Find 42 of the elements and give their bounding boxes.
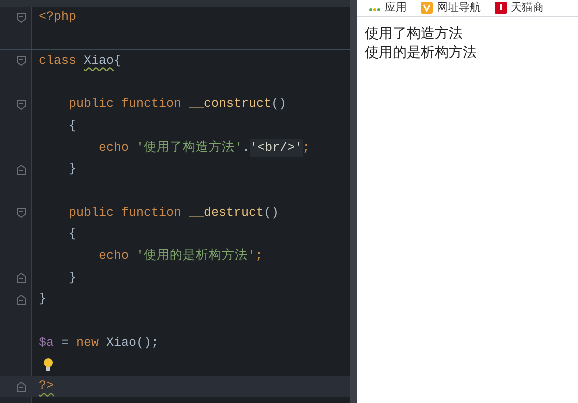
code-token: <?php: [39, 9, 77, 26]
fold-icon[interactable]: [17, 294, 26, 305]
code-token: }: [39, 291, 47, 308]
code-token: (): [264, 204, 280, 222]
code-token: Xiao();: [106, 334, 160, 352]
fold-icon[interactable]: [17, 382, 26, 392]
code-token: (): [272, 96, 287, 114]
code-token: ;: [302, 140, 310, 157]
fold-icon[interactable]: [17, 208, 26, 218]
code-token: new: [76, 334, 100, 352]
code-token: public function: [68, 96, 183, 114]
bookmark-link[interactable]: 网址导航: [437, 0, 481, 16]
lightbulb-icon[interactable]: [43, 358, 54, 372]
fold-icon[interactable]: [17, 56, 26, 66]
code-token: echo: [98, 140, 130, 157]
code-token: '使用了构造方法': [136, 140, 243, 157]
bookmark-link[interactable]: 天猫商: [511, 0, 544, 16]
code-token: ;: [256, 248, 264, 266]
code-token: '<br/>': [250, 138, 303, 158]
code-token: {: [114, 52, 122, 70]
fold-icon[interactable]: [17, 273, 26, 284]
code-token: .: [242, 140, 250, 157]
code-token: '使用的是析构方法': [136, 248, 256, 266]
fold-icon[interactable]: [17, 164, 26, 175]
code-token: }: [68, 161, 77, 178]
code-token: $a: [39, 334, 54, 352]
bookmark-link[interactable]: 应用: [385, 0, 407, 16]
output-text: 使用的是析构方法: [365, 44, 478, 63]
code-token: echo: [98, 248, 130, 266]
code-token: Xiao: [84, 52, 114, 70]
code-token: ?>: [39, 378, 54, 396]
code-token: public function: [68, 204, 183, 222]
code-token: {: [68, 226, 77, 244]
code-token: }: [68, 270, 77, 287]
output-text: 使用了构造方法: [365, 25, 464, 44]
code-token: {: [68, 118, 77, 135]
fold-icon[interactable]: [17, 100, 26, 110]
fold-icon[interactable]: [17, 12, 26, 23]
code-token: class: [39, 52, 78, 70]
code-token: __destruct: [189, 204, 264, 222]
code-token: =: [60, 334, 70, 352]
code-token: __construct: [189, 96, 272, 114]
